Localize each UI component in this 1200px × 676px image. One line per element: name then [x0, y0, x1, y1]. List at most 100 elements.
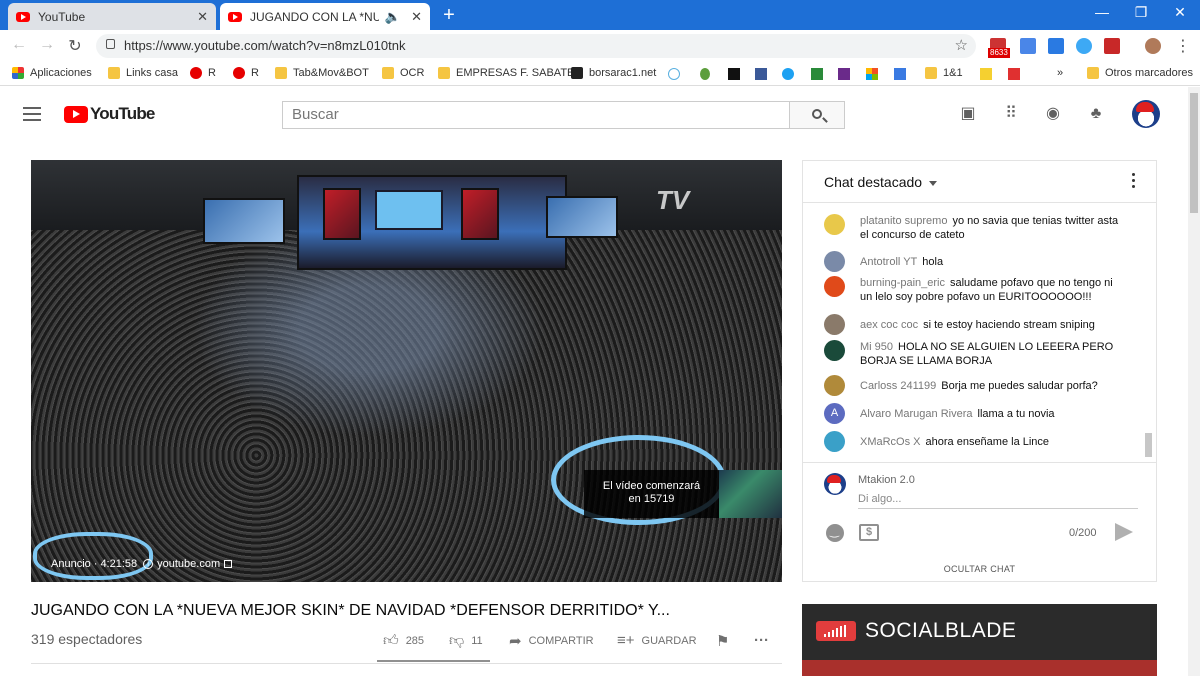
- ad-label: Anuncio · 4:21:58 i youtube.com: [51, 558, 233, 570]
- send-icon[interactable]: [1115, 523, 1133, 541]
- chat-message: burning-pain_eric saludame pofavo que no …: [824, 276, 1124, 304]
- chat-message: Mi 950 HOLA NO SE ALGUIEN LO LEEERA PERO …: [824, 340, 1124, 368]
- translate-extension-icon[interactable]: [1020, 38, 1036, 54]
- socialblade-title: SOCIALBLADE: [865, 619, 1017, 642]
- restore-button[interactable]: ❐: [1126, 4, 1156, 21]
- save-button[interactable]: ≡+ GUARDAR: [617, 632, 697, 649]
- more-options-icon[interactable]: [1132, 173, 1136, 189]
- user-avatar[interactable]: [824, 251, 845, 272]
- bookmark-r-1[interactable]: R: [190, 67, 216, 79]
- bookmark-ocr[interactable]: OCR: [382, 67, 424, 79]
- messages-icon[interactable]: ◉: [1044, 105, 1062, 123]
- menu-icon[interactable]: [23, 107, 41, 121]
- playlist-add-icon: ≡+: [617, 632, 635, 649]
- back-button[interactable]: ←: [8, 36, 30, 54]
- youtube-favicon-icon: [228, 11, 242, 22]
- page-scrollbar[interactable]: [1188, 87, 1200, 676]
- hide-chat-button[interactable]: OCULTAR CHAT: [803, 564, 1156, 574]
- scrollbar-thumb[interactable]: [1190, 93, 1198, 213]
- super-chat-icon[interactable]: $: [859, 524, 879, 541]
- ad-link[interactable]: youtube.com: [157, 558, 220, 570]
- bookmark-r-2[interactable]: R: [233, 67, 259, 79]
- like-button[interactable]: 👍︎ 285: [383, 632, 424, 650]
- tab-video[interactable]: JUGANDO CON LA *NUEVA 🔈 ✕: [220, 3, 430, 30]
- notifications-bell-icon[interactable]: ♣: [1087, 105, 1105, 123]
- arena-screen-left: [203, 198, 285, 244]
- bookmark-apps[interactable]: Aplicaciones: [12, 67, 92, 79]
- share-icon: ➦: [509, 633, 522, 650]
- microsoft-bookmark-icon[interactable]: [866, 68, 878, 80]
- site-icon: [571, 67, 583, 79]
- user-avatar[interactable]: [824, 340, 845, 361]
- account-avatar[interactable]: [1132, 100, 1160, 128]
- video-player[interactable]: TV El vídeo comenzará en 15719 Anuncio ·…: [31, 160, 782, 582]
- folder-icon: [108, 67, 120, 79]
- bookmark-star-icon[interactable]: ☆: [955, 34, 968, 58]
- search-button[interactable]: [789, 101, 845, 129]
- twitter-bookmark-icon[interactable]: [782, 68, 794, 80]
- ad-countdown: El vídeo comenzará en 15719: [584, 470, 719, 518]
- dislike-button[interactable]: 👎︎ 11: [449, 632, 483, 650]
- close-icon[interactable]: ✕: [197, 9, 208, 25]
- arena-center-screen: [375, 190, 443, 230]
- chat-scrollbar[interactable]: [1145, 433, 1152, 457]
- bookmark-otros[interactable]: Otros marcadores: [1087, 67, 1193, 79]
- play-bookmark-icon[interactable]: [668, 68, 680, 80]
- ad-thumbnail[interactable]: [719, 470, 782, 518]
- user-avatar[interactable]: [824, 276, 845, 297]
- tab-youtube[interactable]: YouTube ✕: [8, 3, 216, 30]
- android-bookmark-icon[interactable]: [700, 68, 710, 80]
- close-icon[interactable]: ✕: [411, 9, 422, 25]
- chevron-down-icon[interactable]: [929, 181, 937, 186]
- report-button[interactable]: ⚑: [716, 632, 736, 650]
- bookmark-borsarac[interactable]: borsarac1.net: [571, 67, 656, 79]
- user-avatar[interactable]: [824, 375, 845, 396]
- site-bookmark-icon[interactable]: [811, 68, 823, 80]
- emoji-icon[interactable]: [826, 524, 844, 542]
- folder-icon: [382, 67, 394, 79]
- more-icon: ···: [754, 632, 769, 649]
- reload-button[interactable]: ↻: [64, 36, 86, 56]
- dropbox-extension-icon[interactable]: [1048, 38, 1064, 54]
- search-input[interactable]: Buscar: [282, 101, 790, 129]
- new-tab-button[interactable]: +: [438, 4, 460, 27]
- calendar-bookmark-icon[interactable]: [894, 68, 906, 80]
- chat-message-list[interactable]: platanito supremo yo no savia que tenias …: [803, 204, 1143, 462]
- chrome-menu-icon[interactable]: ⋮: [1172, 36, 1194, 56]
- search-extension-icon[interactable]: [1076, 38, 1092, 54]
- more-button[interactable]: ···: [754, 632, 776, 649]
- chat-input[interactable]: Di algo...: [858, 493, 1138, 509]
- apps-icon[interactable]: ⠿: [1002, 105, 1020, 123]
- info-icon[interactable]: i: [143, 559, 154, 569]
- bookmark-1and1[interactable]: 1&1: [925, 67, 963, 79]
- forward-button[interactable]: →: [36, 36, 58, 54]
- keep-bookmark-icon[interactable]: [980, 68, 992, 80]
- bookmark-empresas[interactable]: EMPRESAS F. SABATE: [438, 67, 574, 79]
- profile-avatar-icon[interactable]: [1145, 38, 1161, 54]
- divider: [31, 663, 782, 664]
- bookmarks-overflow[interactable]: »: [1057, 67, 1063, 79]
- create-video-icon[interactable]: ▣: [959, 105, 977, 123]
- bookmark-tabmovbot[interactable]: Tab&Mov&BOT: [275, 67, 369, 79]
- facebook-bookmark-icon[interactable]: [755, 68, 767, 80]
- share-button[interactable]: ➦ COMPARTIR: [509, 632, 594, 650]
- socialblade-widget[interactable]: SOCIALBLADE: [802, 604, 1157, 676]
- user-avatar[interactable]: [824, 431, 845, 452]
- folder-icon: [275, 67, 287, 79]
- mail-bookmark-icon[interactable]: [838, 68, 850, 80]
- speaker-icon[interactable]: 🔈: [385, 9, 401, 25]
- user-avatar[interactable]: A: [824, 403, 845, 424]
- address-bar[interactable]: https://www.youtube.com/watch?v=n8mzL010…: [96, 34, 976, 58]
- chat-mode-dropdown[interactable]: Chat destacado: [824, 174, 922, 190]
- youtube-logo[interactable]: YouTube: [64, 104, 155, 124]
- user-avatar[interactable]: [824, 214, 845, 235]
- minimize-button[interactable]: —: [1087, 4, 1117, 20]
- t-bookmark-icon[interactable]: [728, 68, 740, 80]
- chat-message: platanito supremo yo no savia que tenias …: [824, 214, 1124, 242]
- close-window-button[interactable]: ✕: [1165, 4, 1195, 21]
- chart-extension-icon[interactable]: [1104, 38, 1120, 54]
- bookmark-links-casa[interactable]: Links casa: [108, 67, 178, 79]
- user-avatar[interactable]: [824, 314, 845, 335]
- red-bookmark-icon[interactable]: [1008, 68, 1020, 80]
- vodafone-icon: [190, 67, 202, 79]
